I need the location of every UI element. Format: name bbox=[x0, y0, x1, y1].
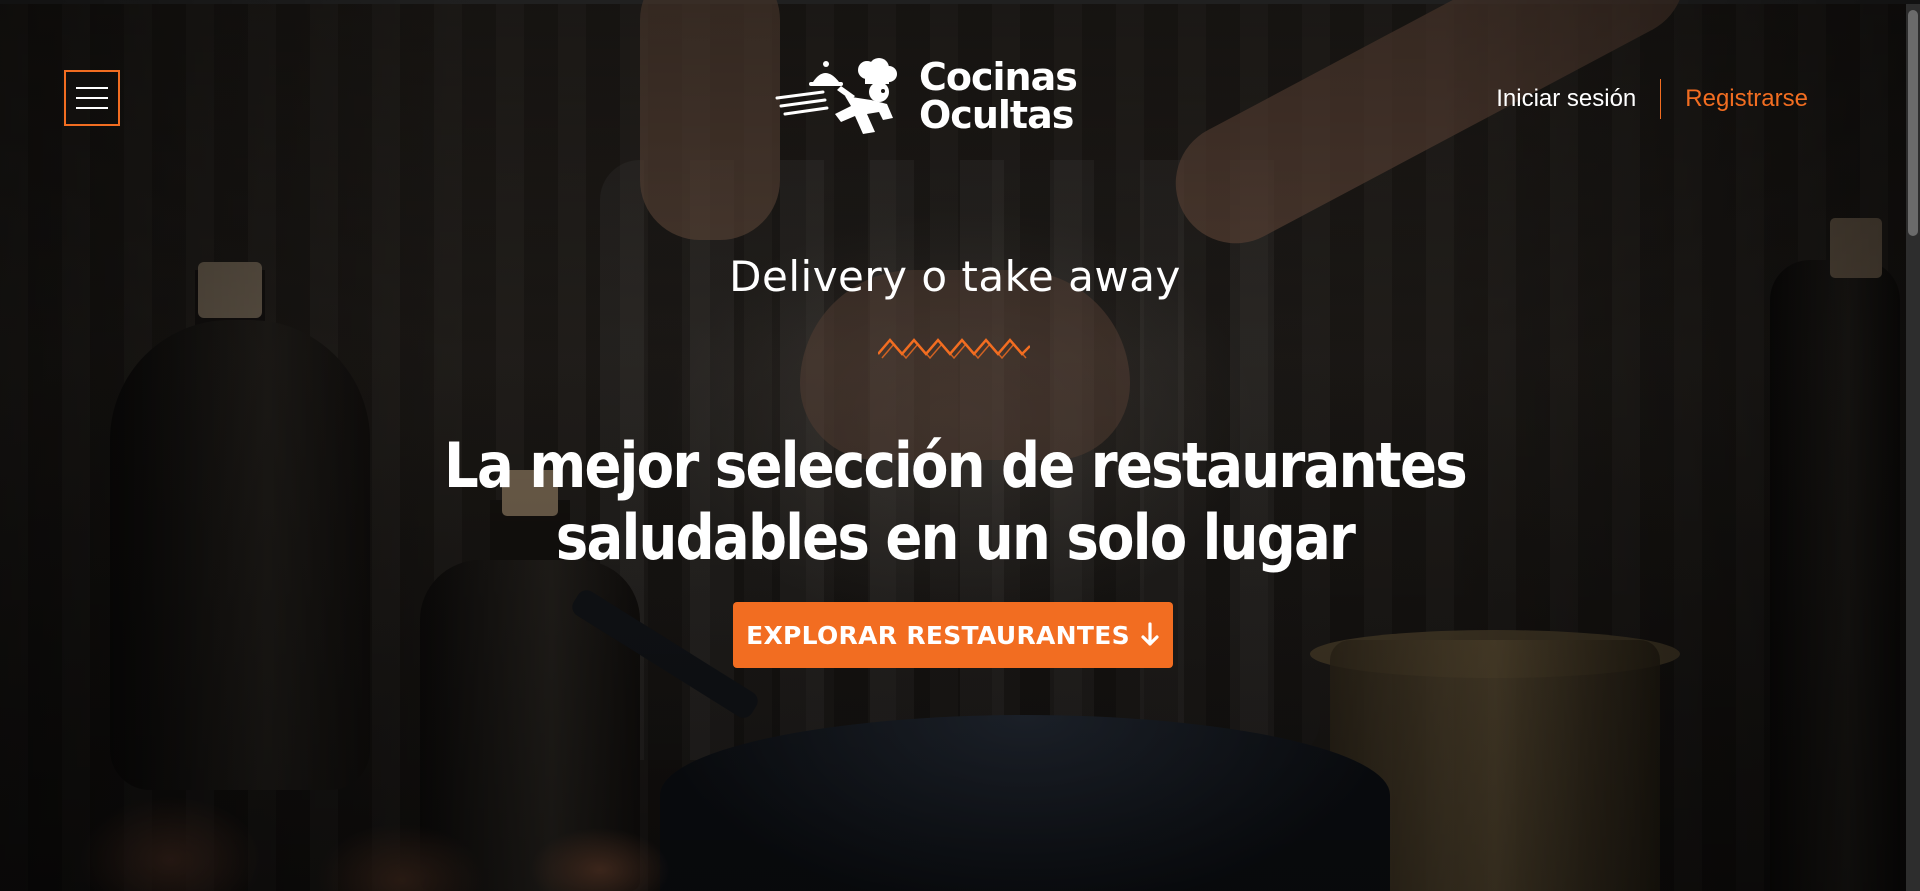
explore-restaurants-button[interactable]: EXPLORAR RESTAURANTES bbox=[733, 602, 1173, 668]
hero-subtitle: Delivery o take away bbox=[729, 252, 1181, 301]
hero-headline: La mejor selección de restaurantes salud… bbox=[115, 428, 1796, 574]
cta-label: EXPLORAR RESTAURANTES bbox=[746, 620, 1130, 650]
auth-links: Iniciar sesión Registrarse bbox=[1496, 78, 1808, 120]
hamburger-menu-icon[interactable] bbox=[64, 70, 120, 126]
page-scrollbar[interactable] bbox=[1906, 4, 1920, 891]
menu-line bbox=[76, 97, 108, 99]
headline-line-1: La mejor selección de restaurantes bbox=[444, 428, 1468, 502]
logo-line-2: Ocultas bbox=[919, 93, 1074, 137]
login-link[interactable]: Iniciar sesión bbox=[1496, 85, 1660, 113]
running-chef-with-cloche-icon bbox=[775, 58, 897, 134]
headline-line-2: saludables en un solo lugar bbox=[555, 500, 1356, 574]
register-link[interactable]: Registrarse bbox=[1661, 85, 1808, 113]
zigzag-divider-icon bbox=[878, 338, 1030, 360]
hero-section: Cocinas Ocultas Iniciar sesión Registrar… bbox=[0, 0, 1920, 891]
site-logo[interactable]: Cocinas Ocultas bbox=[775, 56, 1095, 136]
arrow-down-icon bbox=[1141, 622, 1159, 646]
logo-line-1: Cocinas bbox=[919, 55, 1078, 99]
scrollbar-thumb[interactable] bbox=[1908, 10, 1918, 236]
logo-text: Cocinas Ocultas bbox=[919, 55, 1078, 137]
menu-line bbox=[76, 87, 108, 89]
menu-line bbox=[76, 107, 108, 109]
